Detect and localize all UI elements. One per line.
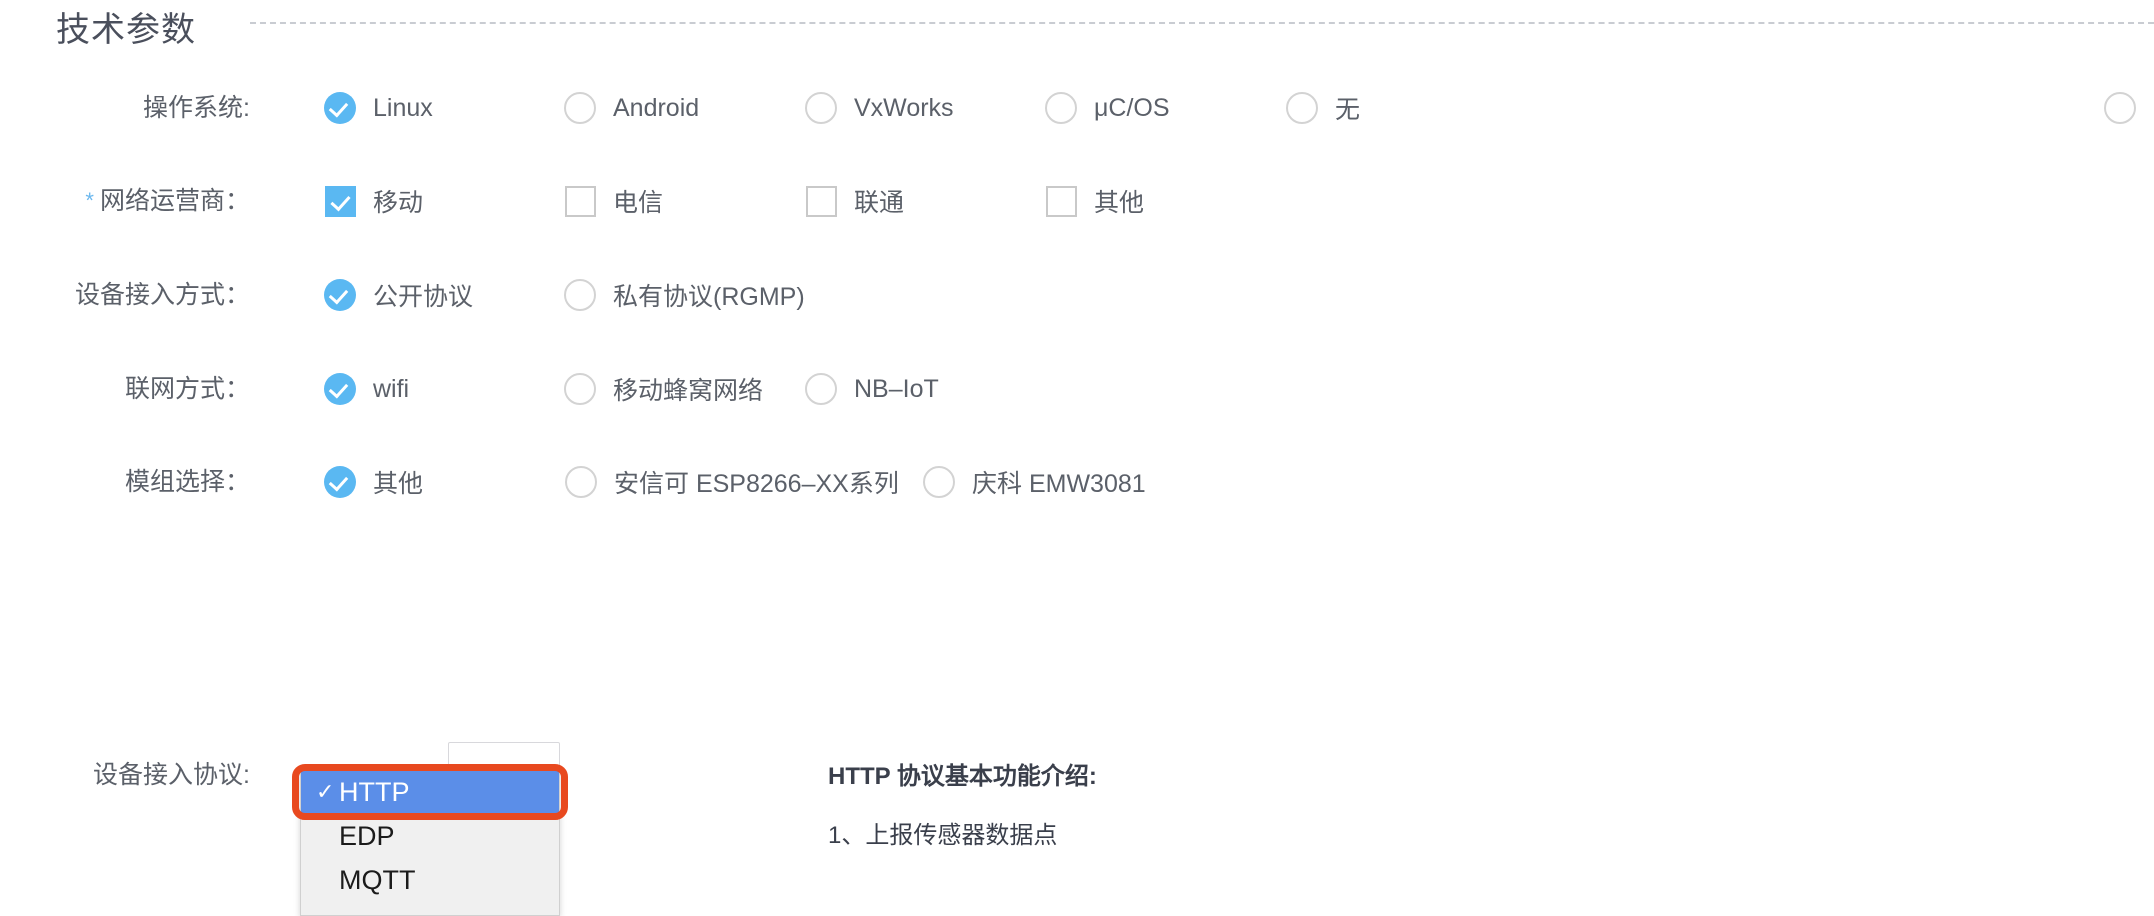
checkbox-option-unicom[interactable]: 联通 [806,174,904,228]
radio-option-cellular[interactable]: 移动蜂窝网络 [564,362,763,416]
radio-option-linux[interactable]: Linux [324,81,433,135]
checkbox-label-other: 其他 [1094,189,1145,217]
row-label-network-operator-text: 网络运营商： [99,187,250,215]
radio-icon-private-protocol[interactable] [564,279,596,311]
radio-label-none: 无 [1335,96,1361,124]
radio-icon-module-other[interactable] [324,466,356,498]
radio-label-android: Android [613,93,700,122]
row-label-network-operator: * 网络运营商： [0,174,250,228]
form-row-module-selection: 模组选择： 其他 安信可 ESP8266–XX系列 庆科 EMW3081 [0,455,2154,509]
radio-label-emw3081: 庆科 EMW3081 [972,470,1146,498]
form-row-operating-system: 操作系统: Linux Android VxWorks μC/OS 无 [0,81,2154,135]
radio-option-overflow[interactable] [2104,81,2153,135]
protocol-info-line-1: 1、上报传感器数据点 [828,822,1058,849]
check-icon: ✓ [316,779,335,804]
radio-option-wifi[interactable]: wifi [324,362,409,416]
radio-label-public-protocol: 公开协议 [373,283,474,311]
row-label-device-access-method: 设备接入方式： [74,281,250,309]
radio-icon-linux[interactable] [324,92,356,124]
checkbox-label-unicom: 联通 [854,189,905,217]
radio-option-android[interactable]: Android [564,81,699,135]
checkbox-label-telecom: 电信 [613,189,664,217]
radio-icon-emw3081[interactable] [923,466,955,498]
radio-label-private-protocol: 私有协议(RGMP) [613,283,805,311]
radio-option-esp8266[interactable]: 安信可 ESP8266–XX系列 [565,455,899,509]
dropdown-item-mqtt[interactable]: MQTT [301,858,559,902]
radio-option-emw3081[interactable]: 庆科 EMW3081 [923,455,1146,509]
checkbox-option-other[interactable]: 其他 [1046,174,1144,228]
checkbox-option-mobile[interactable]: 移动 [325,174,423,228]
row-label-network-type: 联网方式： [124,375,250,403]
radio-icon-android[interactable] [564,92,596,124]
checkbox-icon-unicom[interactable] [806,185,837,217]
radio-option-module-other[interactable]: 其他 [324,455,423,509]
dashed-divider [250,22,2154,24]
radio-label-vxworks: VxWorks [854,93,954,122]
checkbox-icon-mobile[interactable] [325,185,356,217]
row-label-module-selection: 模组选择： [124,468,250,496]
radio-option-public-protocol[interactable]: 公开协议 [324,268,473,322]
radio-icon-cellular[interactable] [564,373,596,405]
radio-label-nbiot: NB–IoT [854,374,939,403]
form-row-device-access-method: 设备接入方式： 公开协议 私有协议(RGMP) [0,268,2154,322]
form-row-device-access-protocol: 设备接入协议: ✓ HTTP EDP MQTT HTTP 协议基本功能介绍: 1、… [0,742,2154,916]
radio-option-ucos[interactable]: μC/OS [1045,81,1170,135]
dropdown-item-http-label: HTTP [339,777,410,807]
radio-option-none[interactable]: 无 [1286,81,1360,135]
radio-label-wifi: wifi [373,374,410,403]
radio-icon-overflow[interactable] [2104,92,2136,124]
radio-icon-ucos[interactable] [1045,92,1077,124]
form-row-network-operator: * 网络运营商： 移动 电信 联通 其他 [0,174,2154,228]
dropdown-item-edp-label: EDP [339,821,395,851]
checkbox-icon-other[interactable] [1046,185,1077,217]
checkbox-icon-telecom[interactable] [565,185,596,217]
row-label-operating-system: 操作系统: [143,94,250,122]
protocol-info-title: HTTP 协议基本功能介绍: [828,763,1097,790]
radio-icon-vxworks[interactable] [805,92,837,124]
row-label-device-access-protocol: 设备接入协议: [93,761,250,789]
protocol-info-panel: HTTP 协议基本功能介绍: 1、上报传感器数据点 [828,756,1528,850]
page-title: 技术参数 [56,11,196,49]
checkbox-label-mobile: 移动 [373,189,424,217]
form-row-network-type: 联网方式： wifi 移动蜂窝网络 NB–IoT [0,362,2154,416]
radio-label-cellular: 移动蜂窝网络 [613,377,764,405]
radio-label-esp8266: 安信可 ESP8266–XX系列 [614,470,899,498]
checkbox-option-telecom[interactable]: 电信 [565,174,663,228]
radio-icon-wifi[interactable] [324,373,356,405]
radio-label-linux: Linux [373,93,433,122]
dropdown-item-http[interactable]: ✓ HTTP [301,770,559,814]
section-header: 技术参数 [0,0,2154,60]
radio-icon-esp8266[interactable] [565,466,597,498]
radio-option-nbiot[interactable]: NB–IoT [805,362,939,416]
dropdown-item-edp[interactable]: EDP [301,814,559,858]
radio-icon-none[interactable] [1286,92,1318,124]
radio-icon-nbiot[interactable] [805,373,837,405]
radio-label-module-other: 其他 [373,470,424,498]
radio-label-ucos: μC/OS [1094,93,1170,122]
radio-option-vxworks[interactable]: VxWorks [805,81,954,135]
dropdown-item-overflow[interactable] [301,902,559,915]
protocol-dropdown-list[interactable]: ✓ HTTP EDP MQTT [300,770,560,916]
required-asterisk-icon: * [85,188,94,213]
radio-option-private-protocol[interactable]: 私有协议(RGMP) [564,268,805,322]
dropdown-item-mqtt-label: MQTT [339,865,416,895]
radio-icon-public-protocol[interactable] [324,279,356,311]
